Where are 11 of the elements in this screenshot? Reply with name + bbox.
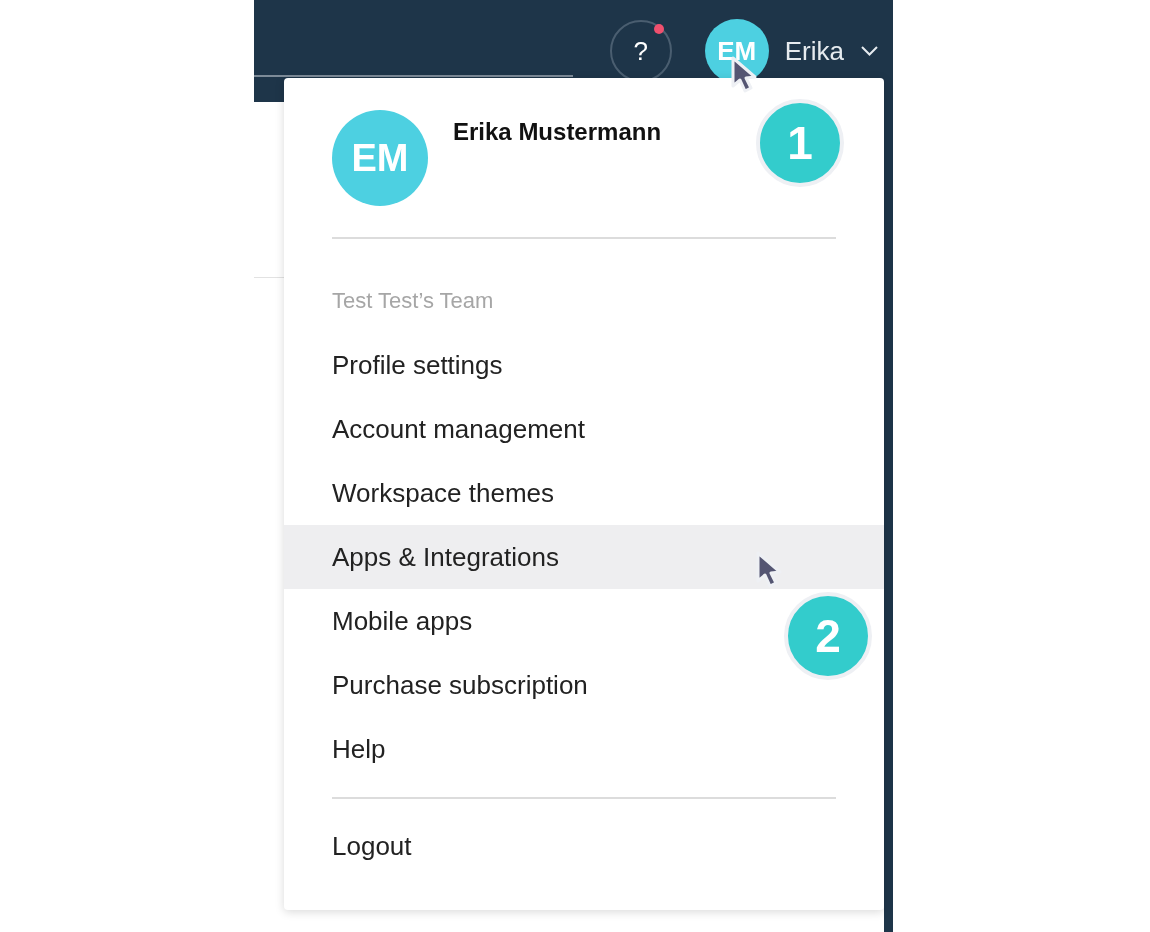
menu-item[interactable]: Help [284,717,884,781]
logout-item[interactable]: Logout [284,814,884,878]
user-name[interactable]: Erika [784,35,844,67]
menu-item[interactable]: Apps & Integrations [284,525,884,589]
chevron-down-icon[interactable] [861,46,878,56]
menu-item[interactable]: Account management [284,397,884,461]
menu-item[interactable]: Profile settings [284,333,884,397]
menu-item[interactable]: Workspace themes [284,461,884,525]
profile-avatar: EM [332,110,428,206]
profile-name: Erika Mustermann [453,118,662,147]
team-label: Test Test’s Team [331,287,495,315]
